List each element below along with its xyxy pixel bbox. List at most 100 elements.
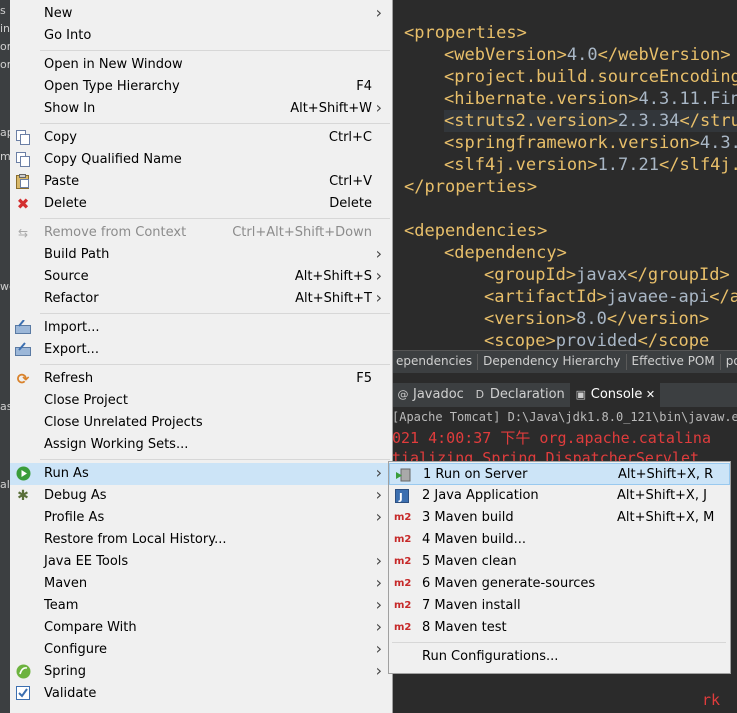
xml-tag: project.build.sourceEncoding	[454, 67, 737, 87]
menu-item-build-path[interactable]: Build Path ›	[10, 244, 392, 266]
menu-item-open-in-new-window[interactable]: Open in New Window	[10, 54, 392, 76]
tab-javadoc[interactable]: @ Javadoc	[392, 383, 469, 407]
debug-icon: ✱	[17, 488, 29, 504]
bracket: <	[444, 155, 455, 175]
menu-item-label: Spring	[44, 664, 86, 679]
m2-icon: m2	[394, 578, 412, 589]
menu-item-label: Delete	[44, 196, 87, 211]
menu-item-team[interactable]: Team ›	[10, 595, 392, 617]
menu-item-paste[interactable]: Paste Ctrl+V	[10, 171, 392, 193]
bracket: <	[444, 243, 455, 263]
xml-tag: properties	[414, 23, 517, 43]
code-line: <project.build.sourceEncoding>	[444, 66, 737, 88]
editor-tab[interactable]: Dependency Hierarchy	[479, 351, 624, 373]
menu-item-refresh[interactable]: ⟳ Refresh F5	[10, 368, 392, 390]
close-icon[interactable]: ✕	[642, 388, 655, 401]
xml-tag: dependencies	[414, 221, 538, 241]
xml-tag: stru	[699, 111, 737, 131]
menu-item-refactor[interactable]: Refactor Alt+Shift+T ›	[10, 288, 392, 310]
code-line: <artifactId>javaee-api</ar	[484, 286, 737, 308]
menu-item-close-project[interactable]: Close Project	[10, 390, 392, 412]
chevron-right-icon: ›	[375, 617, 382, 636]
code-line: <slf4j.version>1.7.21</slf4j.v	[444, 154, 737, 176]
chevron-right-icon: ›	[375, 639, 382, 658]
submenu-item-7-maven-install[interactable]: m2 7 Maven install	[389, 595, 730, 617]
bracket: >	[720, 45, 731, 65]
menu-separator	[40, 123, 390, 124]
pom-editor[interactable]: <properties> <webVersion>4.0</webVersion>…	[392, 0, 737, 350]
menu-item-label: Go Into	[44, 28, 92, 43]
tab-console[interactable]: ▣ Console ✕	[569, 383, 661, 407]
menu-item-new[interactable]: New ›	[10, 3, 392, 25]
xml-text: 8.0	[576, 309, 607, 329]
submenu-item-label: 6 Maven generate-sources	[422, 576, 596, 591]
menu-item-assign-working-sets[interactable]: Assign Working Sets...	[10, 434, 392, 456]
menu-item-close-unrelated-projects[interactable]: Close Unrelated Projects	[10, 412, 392, 434]
menu-item-debug-as[interactable]: ✱ Debug As ›	[10, 485, 392, 507]
bracket: </	[627, 265, 648, 285]
menu-item-maven[interactable]: Maven ›	[10, 573, 392, 595]
editor-tab[interactable]: Effective POM	[628, 351, 719, 373]
menu-item-run-as[interactable]: Run As ›	[10, 463, 392, 485]
menu-item-go-into[interactable]: Go Into	[10, 25, 392, 47]
submenu-item-6-maven-generate-sources[interactable]: m2 6 Maven generate-sources	[389, 573, 730, 595]
bracket: >	[628, 89, 639, 109]
java-app-icon: J	[394, 489, 410, 503]
submenu-item-1-run-on-server[interactable]: 1 Run on Server Alt+Shift+X, R	[389, 463, 730, 485]
submenu-item-4-maven-build[interactable]: m2 4 Maven build...	[389, 529, 730, 551]
editor-tab[interactable]: pom.xm	[722, 351, 737, 373]
submenu-item-8-maven-test[interactable]: m2 8 Maven test	[389, 617, 730, 639]
bracket: <	[444, 89, 455, 109]
menu-item-import[interactable]: Import...	[10, 317, 392, 339]
code-line: <webVersion>4.0</webVersion>	[444, 44, 731, 66]
menu-item-copy[interactable]: Copy Ctrl+C	[10, 127, 392, 149]
menu-item-label: Remove from Context	[44, 225, 187, 240]
javadoc-icon: @	[397, 388, 409, 401]
submenu-item-label: 1 Run on Server	[423, 467, 528, 482]
xml-tag: groupId	[494, 265, 566, 285]
tab-separator	[477, 353, 479, 370]
menu-item-label: Paste	[44, 174, 80, 189]
submenu-item-3-maven-build[interactable]: m2 3 Maven build Alt+Shift+X, M	[389, 507, 730, 529]
code-line: <dependency>	[444, 242, 567, 264]
chevron-right-icon: ›	[375, 661, 382, 680]
bracket: </	[606, 309, 628, 329]
m2-icon: m2	[394, 600, 412, 611]
package-explorer-fragment: s	[0, 4, 6, 17]
chevron-right-icon: ›	[375, 573, 382, 592]
menu-item-shortcut: Ctrl+C	[328, 130, 372, 145]
tab-declaration[interactable]: D Declaration	[469, 383, 570, 407]
code-line: <groupId>javax</groupId>	[484, 264, 730, 286]
submenu-item-2-java-application[interactable]: J 2 Java Application Alt+Shift+X, J	[389, 485, 730, 507]
xml-tag: webVersion	[454, 45, 557, 65]
bracket: <	[444, 67, 455, 87]
submenu-item-label: 5 Maven clean	[422, 554, 517, 569]
menu-item-spring[interactable]: Spring ›	[10, 661, 392, 683]
submenu-item-run-configurations[interactable]: Run Configurations...	[389, 646, 730, 668]
menu-item-show-in[interactable]: Show In Alt+Shift+W ›	[10, 98, 392, 120]
bracket: <	[484, 309, 495, 329]
menu-item-java-ee-tools[interactable]: Java EE Tools ›	[10, 551, 392, 573]
menu-item-delete[interactable]: ✖ Delete Delete	[10, 193, 392, 215]
menu-item-configure[interactable]: Configure ›	[10, 639, 392, 661]
tab-separator	[719, 353, 721, 370]
submenu-item-5-maven-clean[interactable]: m2 5 Maven clean	[389, 551, 730, 573]
menu-item-copy-qualified-name[interactable]: Copy Qualified Name	[10, 149, 392, 171]
menu-item-label: Open Type Hierarchy	[44, 79, 180, 94]
menu-item-label: Java EE Tools	[44, 554, 129, 569]
menu-item-restore-from-local-history[interactable]: Restore from Local History...	[10, 529, 392, 551]
menu-item-open-type-hierarchy[interactable]: Open Type Hierarchy F4	[10, 76, 392, 98]
menu-item-export[interactable]: Export...	[10, 339, 392, 361]
menu-item-compare-with[interactable]: Compare With ›	[10, 617, 392, 639]
menu-item-profile-as[interactable]: Profile As ›	[10, 507, 392, 529]
context-menu: New › Go Into Open in New Window Open Type H…	[10, 0, 393, 713]
editor-tab[interactable]: ependencies	[392, 351, 476, 373]
submenu-item-label: 7 Maven install	[422, 598, 521, 613]
menu-item-validate[interactable]: Validate	[10, 683, 392, 705]
chevron-right-icon: ›	[375, 551, 382, 570]
menu-item-label: Build Path	[44, 247, 110, 262]
xml-tag: /properties	[414, 177, 527, 197]
menu-item-shortcut: Ctrl+Alt+Shift+Down	[232, 225, 372, 240]
menu-item-source[interactable]: Source Alt+Shift+S ›	[10, 266, 392, 288]
chevron-right-icon: ›	[375, 288, 382, 307]
